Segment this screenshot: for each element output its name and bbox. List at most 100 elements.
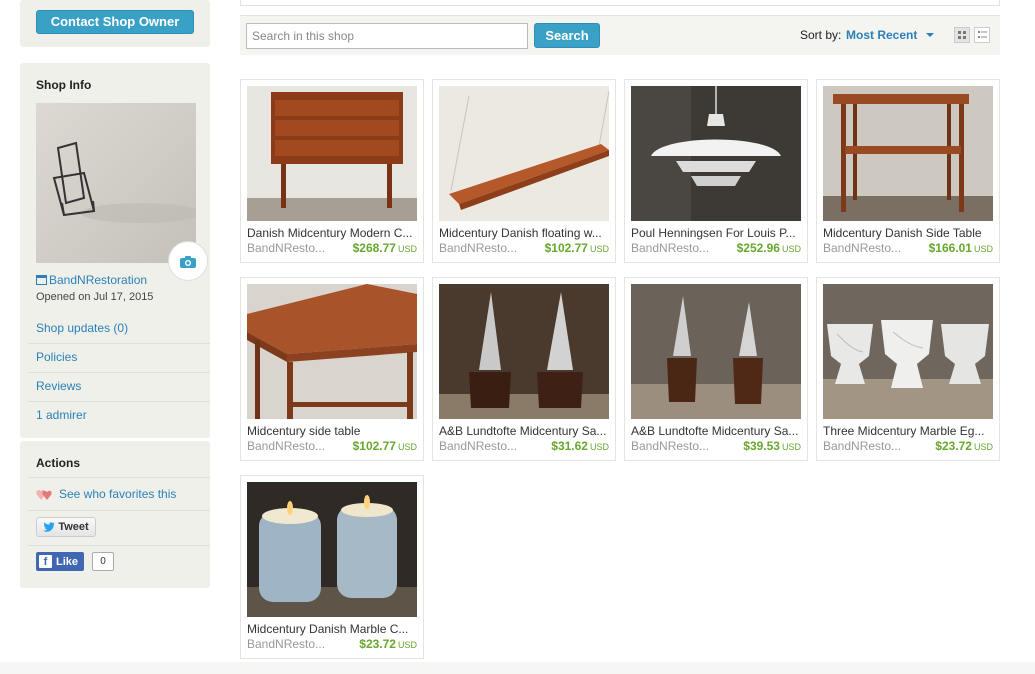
price-currency: USD [973,244,993,254]
listing-seller[interactable]: BandNResto... [631,241,719,255]
search-button[interactable]: Search [534,23,600,48]
listing-seller[interactable]: BandNResto... [247,637,335,651]
listing-card[interactable]: Midcentury Danish floating w... BandNRes… [432,79,616,263]
listing-image[interactable] [439,86,609,221]
listing-price: $268.77 USD [353,241,417,255]
price-currency: USD [973,442,993,452]
camera-icon [180,255,196,268]
grid-icon [958,31,966,39]
listing-seller[interactable]: BandNResto... [247,241,335,255]
listing-seller[interactable]: BandNResto... [247,439,335,453]
listing-card[interactable]: Midcentury Danish Side Table BandNResto.… [816,79,1000,263]
listing-price: $252.96 USD [737,241,801,255]
shop-icon [36,275,47,285]
policies-link[interactable]: Policies [36,343,210,372]
price-value: $39.53 [743,439,780,453]
price-value: $268.77 [352,241,396,255]
opened-date: Opened on Jul 17, 2015 [36,291,154,303]
contact-shop-owner-button[interactable]: Contact Shop Owner [36,10,194,34]
listing-seller[interactable]: BandNResto... [631,439,719,453]
listing-price: $102.77 USD [545,241,609,255]
shop-search-bar: Search Sort by: Most Recent [240,15,1000,55]
shop-info-box: Shop Info BandNRestoration Opened on Jul… [20,63,210,438]
listing-card[interactable]: A&B Lundtofte Midcentury Sa... BandNRest… [624,277,808,461]
listing-seller[interactable]: BandNResto... [439,241,527,255]
like-label: Like [56,555,79,568]
contact-box: Contact Shop Owner [20,0,210,47]
listing-seller[interactable]: BandNResto... [439,439,527,453]
price-value: $102.77 [352,439,396,453]
divider [28,477,210,478]
wire-chair-image [52,141,196,223]
sort-dropdown[interactable]: Most Recent [846,28,917,42]
side-table-image [247,284,417,419]
shop-search-input[interactable] [246,23,528,49]
see-favorites-label: See who favorites this [59,487,177,501]
price-currency: USD [397,244,417,254]
listing-title[interactable]: Midcentury Danish Side Table [823,226,995,240]
admirers-link[interactable]: 1 admirer [36,401,210,430]
pendant-lamp-image [631,86,801,221]
marble-egg-cups-image [823,284,993,419]
list-view-button[interactable] [974,27,990,43]
chest-of-drawers-image [247,86,417,221]
chevron-down-icon[interactable] [926,33,934,37]
listing-image[interactable] [823,86,993,221]
price-value: $102.77 [544,241,588,255]
shop-avatar[interactable] [36,103,196,263]
shop-name-text: BandNRestoration [49,273,148,287]
twitter-bird-icon [43,522,55,532]
price-value: $252.96 [736,241,780,255]
listing-price: $166.01 USD [929,241,993,255]
listing-image[interactable] [247,86,417,221]
listing-image[interactable] [247,482,417,617]
listing-card[interactable]: Midcentury Danish Marble C... BandNResto… [240,475,424,659]
price-currency: USD [589,244,609,254]
listing-image[interactable] [823,284,993,419]
listing-title[interactable]: Midcentury side table [247,424,419,438]
listing-seller[interactable]: BandNResto... [823,241,911,255]
price-currency: USD [397,640,417,650]
salt-pepper-shakers-image [439,284,609,419]
tweet-button[interactable]: Tweet [36,517,96,537]
listing-card[interactable]: Danish Midcentury Modern C... BandNResto… [240,79,424,263]
shop-name-link[interactable]: BandNRestoration [36,273,147,287]
divider [28,510,210,511]
listing-price: $39.53 USD [743,439,801,453]
grid-view-button[interactable] [954,27,970,43]
listing-card[interactable]: Midcentury side table BandNResto... $102… [240,277,424,461]
price-currency: USD [781,244,801,254]
listing-title[interactable]: Midcentury Danish floating w... [439,226,611,240]
change-photo-button[interactable] [168,241,208,281]
hearts-icon [36,489,52,500]
price-value: $31.62 [551,439,588,453]
price-currency: USD [589,442,609,452]
facebook-like-button[interactable]: f Like [36,552,84,571]
top-frame [240,0,1000,6]
listing-card[interactable]: Poul Henningsen For Louis P... BandNRest… [624,79,808,263]
listing-price: $31.62 USD [551,439,609,453]
side-table-image [823,86,993,221]
listing-price: $23.72 USD [935,439,993,453]
shop-info-heading: Shop Info [36,78,92,92]
listing-card[interactable]: Three Midcentury Marble Eg... BandNResto… [816,277,1000,461]
listing-seller[interactable]: BandNResto... [823,439,911,453]
listing-card[interactable]: A&B Lundtofte Midcentury Sa... BandNRest… [432,277,616,461]
reviews-link[interactable]: Reviews [36,372,210,401]
shop-updates-link[interactable]: Shop updates (0) [36,314,210,343]
listing-image[interactable] [247,284,417,419]
listing-title[interactable]: Poul Henningsen For Louis P... [631,226,803,240]
sort-label: Sort by: [800,28,842,42]
listing-title[interactable]: A&B Lundtofte Midcentury Sa... [439,424,611,438]
actions-box: Actions See who favorites this Tweet f L… [20,441,210,588]
listing-image[interactable] [631,284,801,419]
listing-title[interactable]: Three Midcentury Marble Eg... [823,424,995,438]
listing-image[interactable] [439,284,609,419]
listing-title[interactable]: Danish Midcentury Modern C... [247,226,419,240]
see-favorites-link[interactable]: See who favorites this [36,487,176,501]
listing-title[interactable]: A&B Lundtofte Midcentury Sa... [631,424,803,438]
listing-image[interactable] [631,86,801,221]
price-value: $23.72 [359,637,396,651]
listing-title[interactable]: Midcentury Danish Marble C... [247,622,419,636]
price-value: $166.01 [928,241,972,255]
